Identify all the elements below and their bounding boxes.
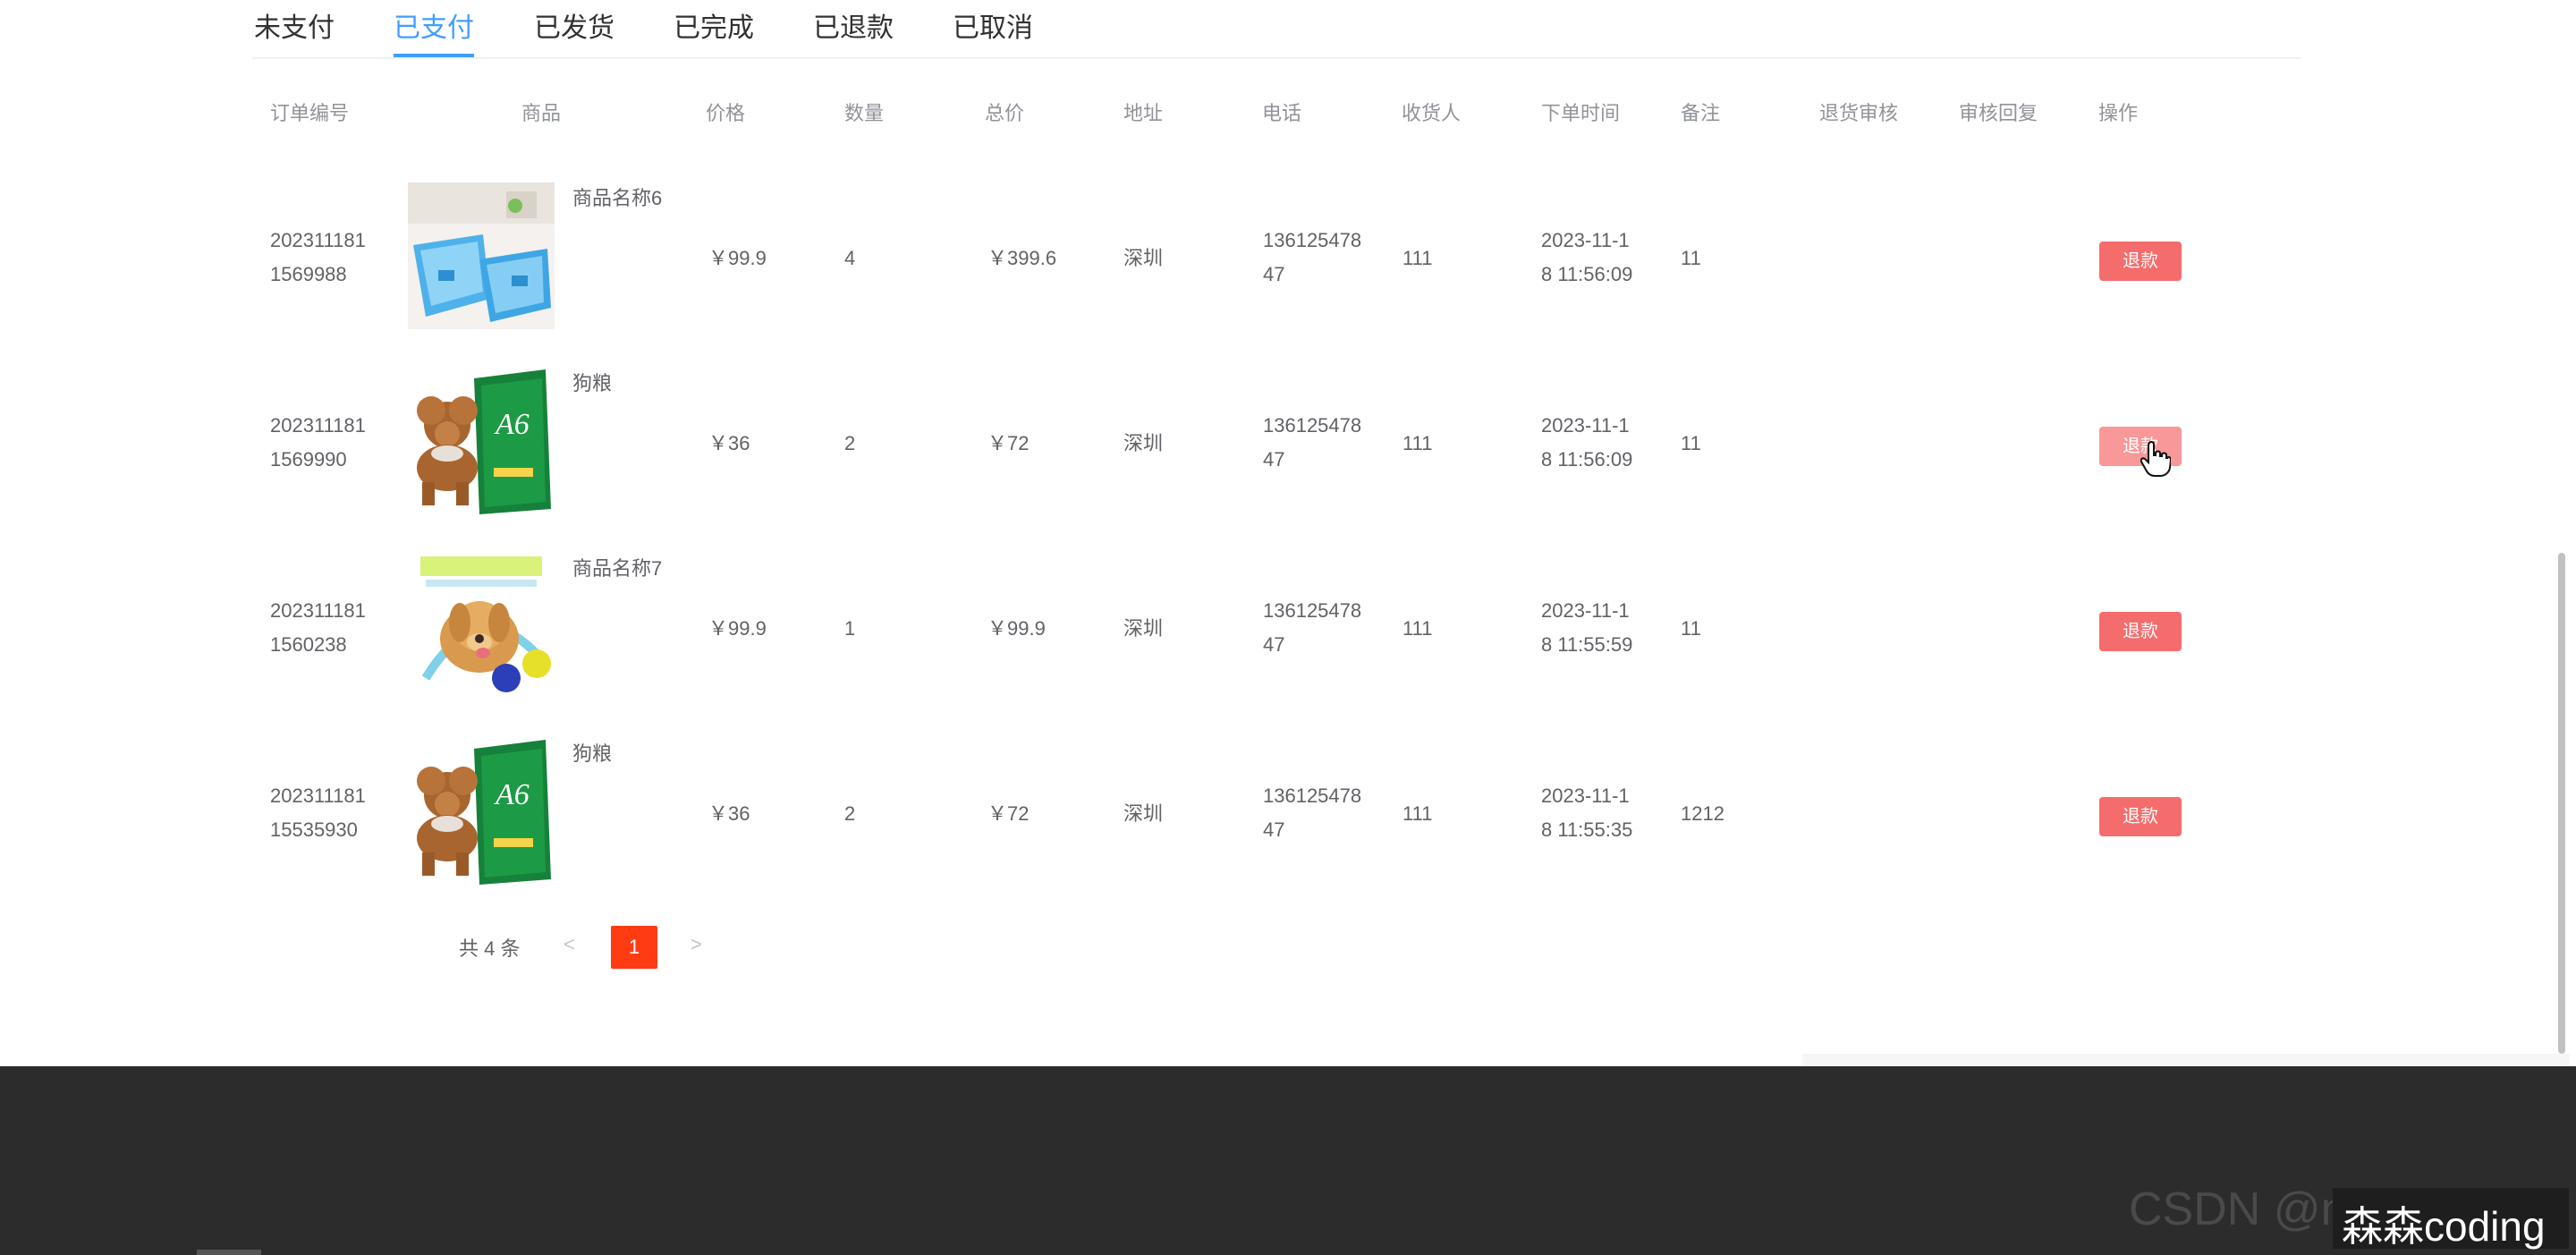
- orders-page: 未支付 已支付 已发货 已完成 已退款 已取消 订单编号 商品 价格 数量 总价…: [0, 0, 2576, 1255]
- page-scrollbar[interactable]: [2558, 553, 2565, 1054]
- product-name: 狗粮: [572, 372, 613, 394]
- remark: 11: [1681, 432, 1701, 454]
- total-price: ￥99.9: [987, 617, 1046, 640]
- tab-cancelled[interactable]: 已取消: [953, 11, 1033, 57]
- pet-tray-image: [408, 182, 555, 329]
- col-qty: 数量: [844, 102, 885, 124]
- total-price: ￥399.6: [987, 247, 1057, 269]
- order-no: 202311181 1569988: [270, 229, 366, 285]
- receiver: 111: [1402, 617, 1433, 640]
- address: 深圳: [1123, 432, 1164, 454]
- col-price: 价格: [706, 102, 746, 124]
- tab-paid[interactable]: 已支付: [394, 11, 474, 57]
- price: ￥36: [708, 802, 750, 825]
- tab-completed[interactable]: 已完成: [674, 11, 754, 57]
- col-address: 地址: [1123, 102, 1164, 124]
- order-time: 2023-11-1 8 11:56:09: [1541, 414, 1633, 471]
- col-order-time: 下单时间: [1541, 102, 1621, 124]
- hand-cursor-icon: [2140, 441, 2171, 477]
- author-watermark: 森森coding: [2342, 1203, 2546, 1250]
- table-row: 202311181 1560238 商品名称7 ￥99.9 1 ￥99.9 深圳…: [252, 537, 2301, 721]
- next-page-button[interactable]: >: [691, 933, 702, 956]
- price: ￥99.9: [708, 617, 767, 640]
- order-status-tabs: 未支付 已支付 已发货 已完成 已退款 已取消: [252, 0, 2301, 59]
- col-total: 总价: [985, 102, 1025, 124]
- phone: 136125478 47: [1263, 784, 1362, 841]
- tab-refunded[interactable]: 已退款: [813, 11, 894, 57]
- phone: 136125478 47: [1263, 599, 1362, 656]
- receiver: 111: [1402, 247, 1433, 269]
- remark: 11: [1681, 247, 1701, 269]
- prev-page-button[interactable]: <: [564, 933, 575, 956]
- col-product: 商品: [521, 102, 562, 124]
- col-action: 操作: [2098, 102, 2139, 124]
- quantity: 2: [844, 432, 856, 454]
- order-time: 2023-11-1 8 11:55:35: [1541, 784, 1633, 841]
- product-name: 商品名称7: [572, 557, 663, 580]
- order-time: 2023-11-1 8 11:55:59: [1541, 599, 1633, 656]
- total-price: ￥72: [987, 432, 1030, 454]
- col-remark: 备注: [1681, 102, 1721, 124]
- phone: 136125478 47: [1263, 414, 1362, 471]
- remark: 1212: [1681, 802, 1724, 825]
- pagination-total: 共 4 条: [459, 937, 521, 960]
- col-receiver: 收货人: [1402, 102, 1462, 124]
- dog-ball-image: [408, 553, 555, 700]
- address: 深圳: [1123, 802, 1164, 825]
- phone: 136125478 47: [1263, 229, 1362, 285]
- receiver: 111: [1402, 802, 1433, 825]
- svg-text:A6: A6: [494, 778, 530, 811]
- col-order-no: 订单编号: [270, 102, 350, 124]
- col-phone: 电话: [1262, 102, 1302, 124]
- total-price: ￥72: [987, 802, 1030, 825]
- dog-food-image: A6: [408, 368, 555, 514]
- table-row: 202311181 1569988 商品名称6 ￥99.9 4 ￥399.6 深…: [252, 166, 2301, 351]
- address: 深圳: [1123, 617, 1164, 640]
- refund-button[interactable]: 退款: [2099, 612, 2182, 651]
- col-return-review: 退货审核: [1819, 102, 1899, 124]
- tab-shipped[interactable]: 已发货: [534, 11, 614, 57]
- price: ￥36: [708, 432, 750, 454]
- refund-button[interactable]: 退款: [2099, 797, 2182, 836]
- order-no: 202311181 1569990: [270, 414, 366, 471]
- dog-food-image: A6: [408, 738, 555, 885]
- page-1-button[interactable]: 1: [611, 926, 657, 969]
- quantity: 1: [844, 617, 856, 640]
- receiver: 111: [1402, 432, 1433, 454]
- table-row: 202311181 1569990 A6 狗粮 ￥36 2 ￥72 深圳 136…: [252, 352, 2301, 536]
- quantity: 4: [844, 247, 856, 269]
- order-no: 202311181 15535930: [270, 784, 366, 841]
- footer-edge: [197, 1250, 261, 1255]
- table-row: 202311181 15535930 A6 狗粮 ￥36 2 ￥72 深圳 13…: [252, 722, 2301, 906]
- col-review-reply: 审核回复: [1959, 102, 2038, 124]
- svg-text:A6: A6: [494, 408, 530, 441]
- order-time: 2023-11-1 8 11:56:09: [1541, 229, 1633, 285]
- product-name: 狗粮: [572, 742, 613, 765]
- refund-button[interactable]: 退款: [2099, 242, 2182, 281]
- price: ￥99.9: [708, 247, 767, 269]
- tab-unpaid[interactable]: 未支付: [254, 11, 335, 57]
- remark: 11: [1681, 617, 1701, 640]
- product-name: 商品名称6: [572, 187, 663, 209]
- address: 深圳: [1123, 247, 1164, 269]
- order-no: 202311181 1560238: [270, 599, 366, 656]
- quantity: 2: [844, 802, 856, 825]
